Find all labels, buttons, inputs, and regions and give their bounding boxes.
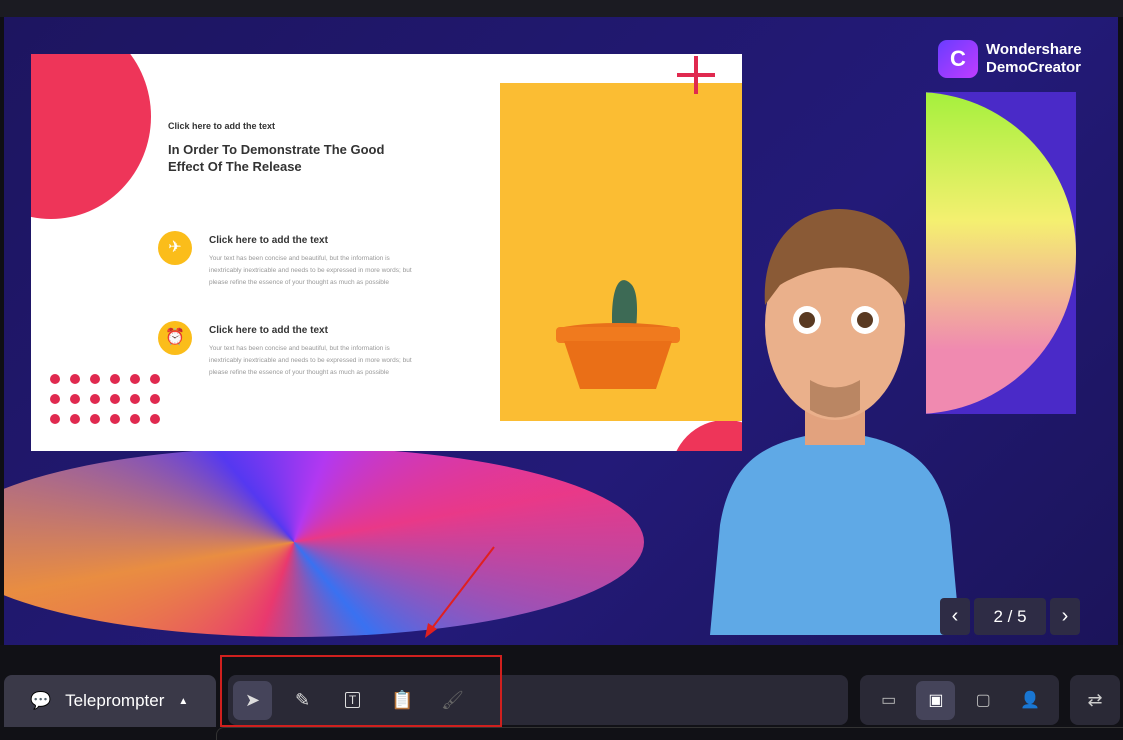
layout-avatar-only[interactable]: 👤 [1011, 681, 1050, 720]
panel-border [216, 727, 1123, 740]
top-bar [0, 0, 1123, 17]
swap-icon: ⇄ [1087, 689, 1103, 710]
teleprompter-button[interactable]: 💬 Teleprompter ▲ [4, 675, 216, 727]
layout-screen-with-small-avatar[interactable]: ▭ [869, 681, 908, 720]
layout-switcher: ▭ ▣ ▢ 👤 [860, 675, 1059, 725]
teleprompter-label: Teleprompter [65, 691, 165, 710]
screen-avatar-icon: ▭ [881, 692, 897, 709]
screen-icon: ▢ [975, 692, 991, 709]
person-icon: 👤 [1020, 692, 1041, 709]
annotation-arrow [425, 546, 495, 638]
layout-screen-only[interactable]: ▢ [964, 681, 1003, 720]
screen-avatar-large-icon: ▣ [928, 692, 944, 709]
preview-stage: Click here to add the text In Order To D… [4, 17, 1118, 645]
speech-bubble-icon: 💬 [30, 691, 52, 710]
annotation-highlight-box [220, 655, 502, 727]
caret-up-icon: ▲ [178, 695, 189, 707]
swap-layout-button[interactable]: ⇄ [1070, 675, 1120, 725]
layout-screen-with-avatar[interactable]: ▣ [916, 680, 956, 720]
